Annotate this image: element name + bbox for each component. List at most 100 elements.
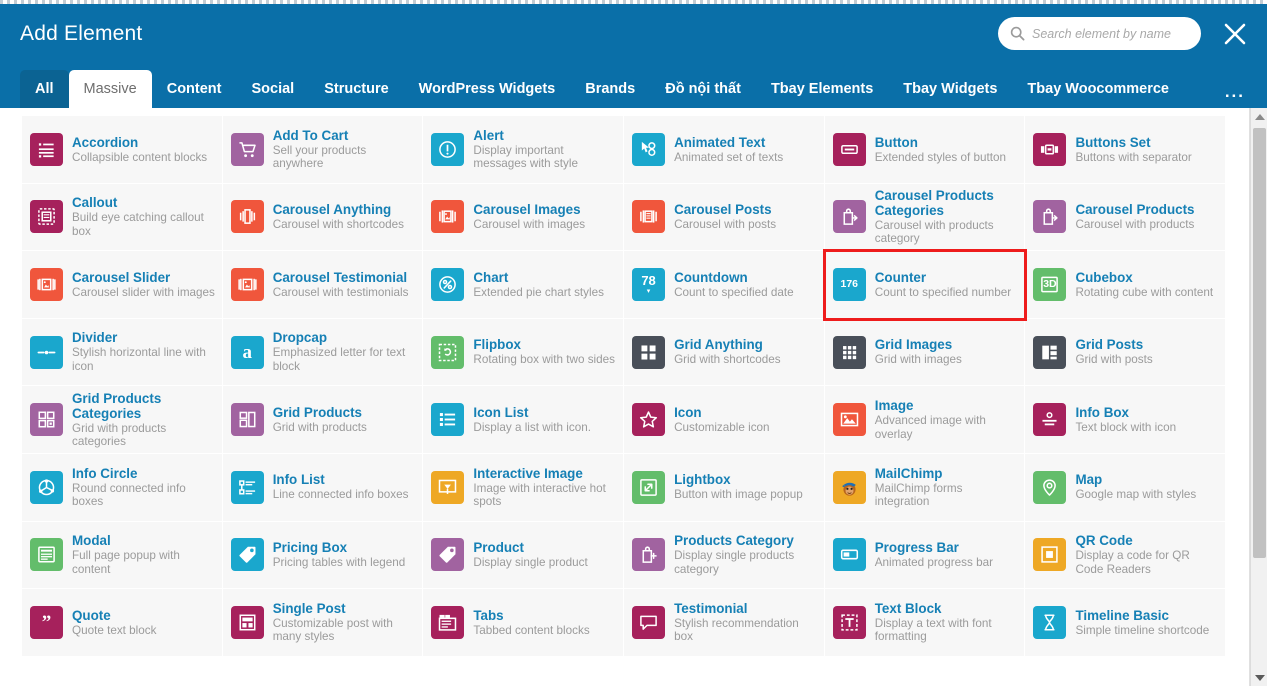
element-card-pricing-box[interactable]: Pricing Box Pricing tables with legend	[222, 521, 424, 590]
element-card-text: Progress Bar Animated progress bar	[875, 540, 993, 570]
tabs-icon	[431, 605, 465, 639]
element-card-grid-images[interactable]: Grid Images Grid with images	[824, 318, 1026, 387]
element-card-map[interactable]: Map Google map with styles	[1025, 453, 1227, 522]
element-card-chart[interactable]: Chart Extended pie chart styles	[423, 251, 625, 319]
tab-content[interactable]: Content	[152, 70, 237, 108]
element-card-title: Quote	[72, 607, 111, 623]
element-card-progress-bar[interactable]: Progress Bar Animated progress bar	[824, 521, 1026, 590]
element-card-accordion[interactable]: Accordion Collapsible content blocks	[22, 116, 223, 184]
tabs-overflow-button[interactable]: ...	[1225, 83, 1245, 100]
element-card-image[interactable]: Image Advanced image with overlay	[824, 386, 1026, 454]
element-card-cubebox[interactable]: 3D Cubebox Rotating cube with content	[1025, 251, 1227, 319]
element-card-carousel-slider[interactable]: Carousel Slider Carousel slider with imag…	[22, 251, 223, 319]
element-card-text-block[interactable]: Text Block Display a text with font forma…	[824, 589, 1026, 657]
element-card-mailchimp[interactable]: MailChimp MailChimp forms integration	[824, 453, 1026, 522]
list-bullets-icon	[30, 132, 63, 166]
element-card-divider[interactable]: Divider Stylish horizontal line with icon	[22, 318, 223, 387]
element-card-buttons-set[interactable]: Buttons Set Buttons with separator	[1025, 116, 1227, 184]
price-tag-icon	[431, 538, 465, 572]
element-card-tabs[interactable]: Tabs Tabbed content blocks	[423, 589, 625, 657]
element-card-lightbox[interactable]: Lightbox Button with image popup	[624, 453, 825, 522]
element-card-qr-code[interactable]: QR Code Display a code for QR Code Reader…	[1025, 521, 1227, 590]
element-card-info-list[interactable]: Info List Line connected info boxes	[222, 453, 424, 522]
element-card-alert[interactable]: Alert Display important messages with sty…	[423, 116, 625, 184]
element-card-text: Buttons Set Buttons with separator	[1075, 135, 1191, 165]
element-card-testimonial[interactable]: Testimonial Stylish recommendation box	[624, 589, 825, 657]
element-card-counter[interactable]: 176 Counter Count to specified number	[822, 249, 1028, 321]
element-card-description: Carousel with products category	[874, 218, 994, 246]
element-card-modal[interactable]: Modal Full page popup with content	[22, 521, 223, 590]
element-card-text: Countdown Count to specified date	[674, 270, 794, 300]
element-card-grid-products[interactable]: Grid Products Grid with products	[222, 386, 424, 454]
element-card-grid-products-categories[interactable]: Grid Products Categories Grid with produc…	[22, 386, 223, 454]
element-card-add-to-cart[interactable]: Add To Cart Sell your products anywhere	[222, 116, 424, 184]
number-176-icon: 176	[832, 267, 866, 301]
scroll-thumb[interactable]	[1253, 128, 1266, 558]
element-card-grid-posts[interactable]: Grid Posts Grid with posts	[1025, 318, 1227, 387]
scroll-down-arrow-icon[interactable]	[1251, 669, 1267, 686]
element-card-title: Carousel Slider	[72, 269, 171, 285]
element-card-text: QR Code Display a code for QR Code Reader…	[1075, 533, 1219, 576]
element-card-product[interactable]: Product Display single product	[423, 521, 625, 590]
bag-plus-icon	[632, 538, 666, 572]
element-card-description: Carousel with shortcodes	[272, 218, 404, 232]
element-card-info-circle[interactable]: Info Circle Round connected info boxes	[22, 453, 223, 522]
search-box[interactable]	[998, 17, 1201, 50]
tab-n-i-th-t[interactable]: Đồ nội thất	[650, 70, 756, 108]
element-card-title: Buttons Set	[1075, 134, 1151, 150]
tab-wordpress-widgets[interactable]: WordPress Widgets	[404, 70, 571, 108]
element-card-single-post[interactable]: Single Post Customizable post with many s…	[222, 589, 424, 657]
element-card-timeline-basic[interactable]: Timeline Basic Simple timeline shortcode	[1025, 589, 1227, 657]
element-card-carousel-testimonial[interactable]: Carousel Testimonial Carousel with testim…	[222, 251, 424, 319]
text-t-icon	[832, 605, 866, 639]
element-card-text: Grid Posts Grid with posts	[1075, 337, 1152, 367]
element-card-countdown[interactable]: 78 ▾ Countdown Count to specified date	[624, 251, 825, 319]
element-card-title: Carousel Products Categories	[874, 187, 994, 218]
element-card-products-category[interactable]: Products Category Display single products…	[624, 521, 825, 590]
element-card-carousel-products-categories[interactable]: Carousel Products Categories Carousel wit…	[824, 183, 1026, 252]
tab-all[interactable]: All	[20, 70, 69, 108]
element-card-animated-text[interactable]: Animated Text Animated set of texts	[624, 116, 825, 184]
element-card-icon[interactable]: Icon Customizable icon	[624, 386, 825, 454]
tab-structure[interactable]: Structure	[309, 70, 403, 108]
element-card-info-box[interactable]: Info Box Text block with icon	[1025, 386, 1227, 454]
element-card-text: Divider Stylish horizontal line with icon	[72, 330, 216, 373]
element-card-title: Pricing Box	[272, 540, 348, 556]
element-card-title: Carousel Testimonial	[272, 269, 408, 285]
element-card-carousel-anything[interactable]: Carousel Anything Carousel with shortcode…	[222, 183, 424, 252]
element-card-carousel-products[interactable]: Carousel Products Carousel with products	[1025, 183, 1227, 252]
scroll-up-arrow-icon[interactable]	[1251, 108, 1267, 125]
tab-social[interactable]: Social	[236, 70, 309, 108]
element-card-title: Cubebox	[1075, 269, 1133, 285]
tab-massive[interactable]: Massive	[68, 70, 152, 108]
element-card-carousel-posts[interactable]: Carousel Posts Carousel with posts	[624, 183, 825, 252]
element-card-grid-anything[interactable]: Grid Anything Grid with shortcodes	[624, 318, 825, 387]
search-input[interactable]	[1032, 17, 1189, 50]
element-card-description: Line connected info boxes	[272, 488, 409, 502]
element-card-carousel-images[interactable]: Carousel Images Carousel with images	[423, 183, 625, 252]
element-card-description: Collapsible content blocks	[72, 150, 208, 164]
element-card-text: Map Google map with styles	[1075, 472, 1196, 502]
element-card-title: Icon List	[473, 404, 529, 420]
tab-brands[interactable]: Brands	[570, 70, 650, 108]
element-card-description: Full page popup with content	[72, 549, 180, 576]
progress-bar-icon	[832, 538, 866, 572]
element-card-description: Button with image popup	[674, 488, 803, 502]
element-card-icon-list[interactable]: Icon List Display a list with icon.	[423, 386, 625, 454]
tab-tbay-woocommerce[interactable]: Tbay Woocommerce	[1012, 70, 1184, 108]
tab-tbay-widgets[interactable]: Tbay Widgets	[888, 70, 1012, 108]
element-card-interactive-image[interactable]: Interactive Image Image with interactive …	[423, 453, 625, 522]
element-card-text: Timeline Basic Simple timeline shortcode	[1075, 608, 1209, 638]
element-card-title: Info Circle	[72, 465, 138, 481]
element-card-quote[interactable]: ” Quote Quote text block	[22, 589, 223, 657]
callout-dashed-icon	[30, 200, 63, 234]
close-button[interactable]	[1221, 20, 1249, 48]
element-card-callout[interactable]: Callout Build eye catching callout box	[22, 183, 223, 252]
element-card-flipbox[interactable]: Flipbox Rotating box with two sides	[423, 318, 625, 387]
element-card-button[interactable]: Button Extended styles of button	[824, 116, 1026, 184]
element-card-description: Display a code for QR Code Readers	[1075, 549, 1190, 576]
element-card-dropcap[interactable]: a Dropcap Emphasized letter for text block	[222, 318, 424, 387]
vertical-scrollbar[interactable]	[1250, 108, 1267, 686]
element-card-title: Text Block	[874, 600, 942, 616]
tab-tbay-elements[interactable]: Tbay Elements	[756, 70, 888, 108]
